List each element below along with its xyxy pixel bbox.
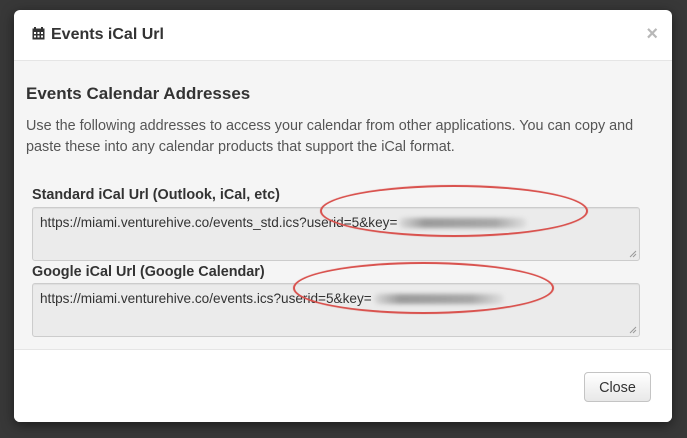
resize-handle-icon[interactable] (629, 326, 637, 334)
standard-ical-url-text[interactable]: https://miami.venturehive.co/events_std.… (40, 215, 528, 230)
google-ical-url-field[interactable]: https://miami.venturehive.co/events.ics?… (32, 283, 640, 337)
redacted-key (399, 218, 528, 229)
standard-ical-url-field[interactable]: https://miami.venturehive.co/events_std.… (32, 207, 640, 261)
calendar-icon (32, 27, 45, 40)
ical-url-modal: Events iCal Url × Events Calendar Addres… (14, 10, 672, 422)
redacted-key (373, 294, 504, 305)
google-ical-label: Google iCal Url (Google Calendar) (32, 264, 265, 280)
modal-title: Events iCal Url (51, 26, 164, 43)
close-icon[interactable]: × (646, 23, 658, 46)
standard-ical-label: Standard iCal Url (Outlook, iCal, etc) (32, 187, 280, 203)
resize-handle-icon[interactable] (629, 250, 637, 258)
description-text: Use the following addresses to access yo… (26, 118, 634, 155)
section-heading: Events Calendar Addresses (26, 84, 251, 103)
close-button[interactable]: Close (584, 372, 651, 402)
modal-header: Events iCal Url × (14, 10, 672, 61)
modal-footer: Close (14, 349, 672, 422)
modal-body: Events Calendar Addresses Use the follow… (14, 61, 672, 349)
google-ical-url-text[interactable]: https://miami.venturehive.co/events.ics?… (40, 291, 504, 306)
